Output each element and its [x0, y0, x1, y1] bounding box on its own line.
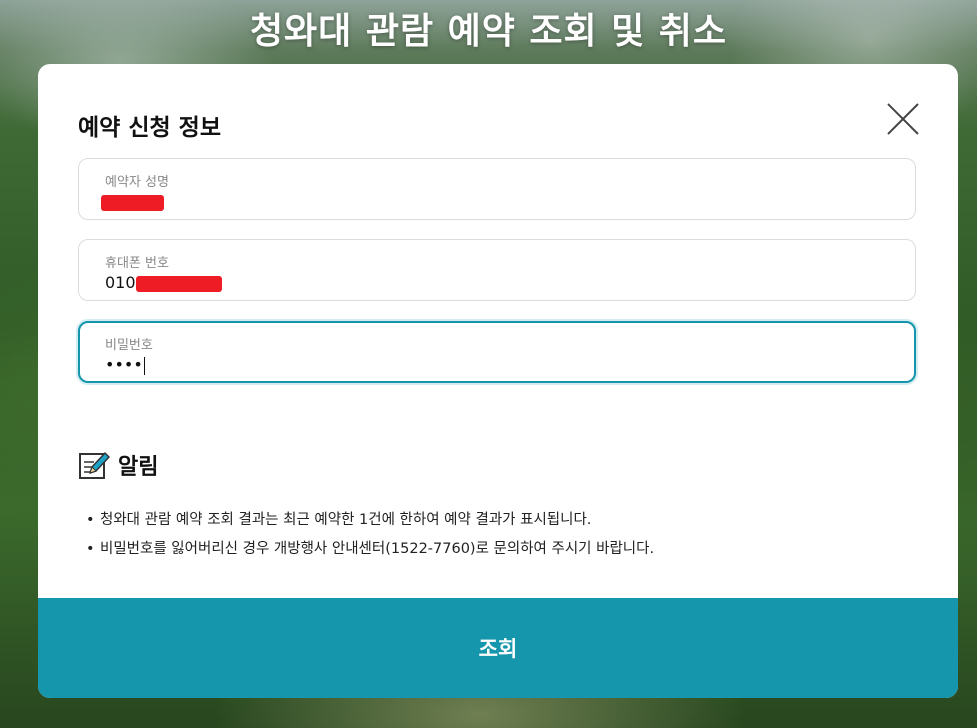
notice-list: • 청와대 관람 예약 조회 결과는 최근 예약한 1건에 한하여 예약 결과가 … [86, 506, 654, 564]
notice-title: 알림 [118, 455, 159, 480]
password-field-value[interactable]: •••• [105, 355, 145, 375]
text-caret [143, 356, 145, 375]
close-button[interactable] [886, 102, 920, 136]
notice-item-text: 비밀번호를 잃어버리신 경우 개방행사 안내센터(1522-7760)로 문의하… [100, 541, 655, 557]
pencil-note-icon [79, 452, 110, 479]
notice-item-text: 청와대 관람 예약 조회 결과는 최근 예약한 1건에 한하여 예약 결과가 표… [100, 512, 592, 528]
password-field-label: 비밀번호 [105, 338, 153, 353]
phone-field[interactable]: 휴대폰 번호 010 [78, 239, 916, 301]
reservation-modal: 예약 신청 정보 예약자 성명 휴대폰 번호 010 비밀번호 •••• 알림 … [38, 64, 958, 698]
phone-field-value[interactable]: 010 [105, 273, 222, 292]
redaction-mark [135, 275, 222, 292]
phone-field-label: 휴대폰 번호 [105, 256, 169, 271]
search-button[interactable]: 조회 [38, 598, 958, 698]
password-field[interactable]: 비밀번호 •••• [78, 321, 916, 383]
modal-title: 예약 신청 정보 [78, 115, 221, 141]
password-dots: •••• [105, 355, 143, 374]
close-icon [887, 103, 919, 135]
name-field-value[interactable] [101, 192, 164, 211]
notice-item: • 청와대 관람 예약 조회 결과는 최근 예약한 1건에 한하여 예약 결과가 … [86, 512, 592, 528]
page-title: 청와대 관람 예약 조회 및 취소 [249, 11, 728, 52]
redaction-mark [101, 194, 164, 211]
name-field[interactable]: 예약자 성명 [78, 158, 916, 220]
notice-header: 알림 [78, 448, 158, 482]
name-field-label: 예약자 성명 [105, 175, 169, 190]
notice-item: • 비밀번호를 잃어버리신 경우 개방행사 안내센터(1522-7760)로 문의… [86, 541, 655, 557]
phone-prefix: 010 [105, 273, 136, 292]
